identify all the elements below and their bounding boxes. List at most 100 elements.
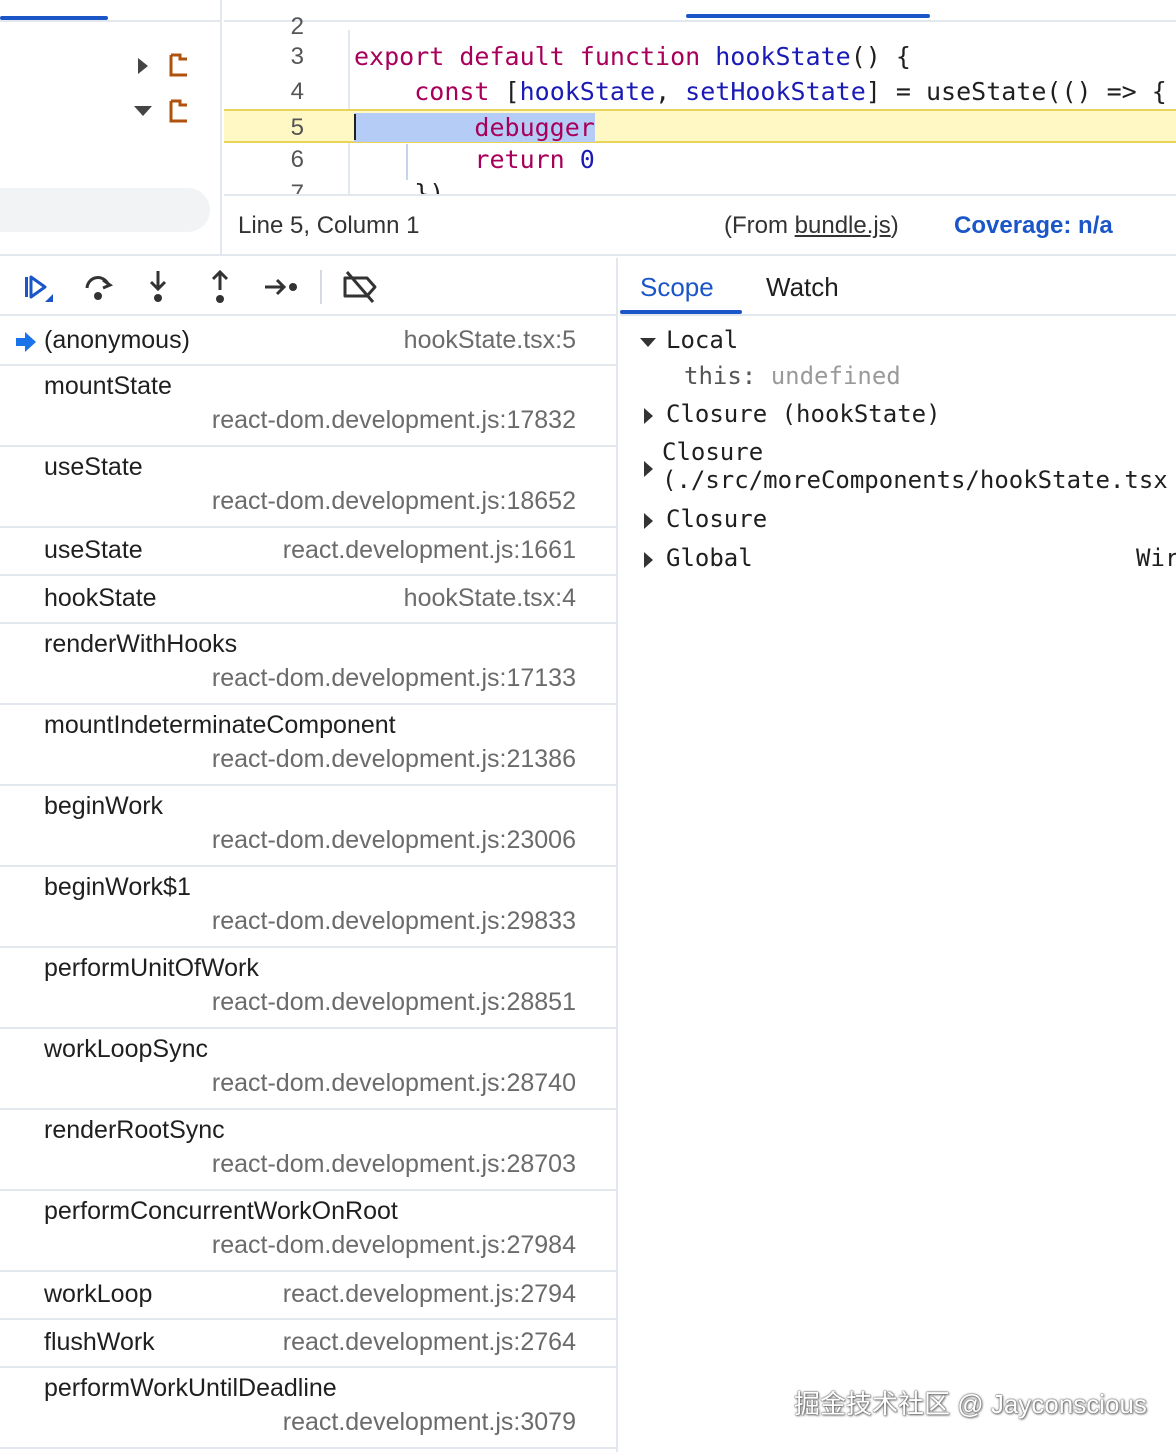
scope-closure[interactable]: Closure xyxy=(666,505,767,533)
line-number[interactable]: 3 xyxy=(224,40,304,74)
tree-folder-expanded[interactable] xyxy=(132,94,212,130)
scope-closure-hookstate[interactable]: Closure (hookState) xyxy=(666,400,941,428)
frame-location[interactable]: react-dom.development.js:17832 xyxy=(212,406,576,435)
line-number[interactable]: 6 xyxy=(224,143,304,177)
expand-arrow-icon[interactable] xyxy=(138,58,148,74)
frame-location[interactable]: react-dom.development.js:17133 xyxy=(212,664,576,693)
code-editor[interactable]: 2 3 export default function hookState() {4… xyxy=(224,0,1176,196)
top-panel: 2 3 export default function hookState() {4… xyxy=(0,0,1176,256)
frame-location[interactable]: react.development.js:2764 xyxy=(283,1328,576,1357)
call-frame[interactable]: beginWork react-dom.development.js:23006 xyxy=(0,786,616,867)
frame-function-name: performConcurrentWorkOnRoot xyxy=(44,1197,398,1225)
frame-location[interactable]: react-dom.development.js:21386 xyxy=(212,745,576,774)
call-frame[interactable]: useState react.development.js:1661 xyxy=(0,528,616,576)
coverage-link[interactable]: Coverage: n/a xyxy=(954,212,1113,240)
call-frame[interactable]: mountIndeterminateComponent react-dom.dev… xyxy=(0,705,616,786)
call-frame[interactable]: beginWork$1 react-dom.development.js:2983… xyxy=(0,867,616,948)
frame-function-name: useState xyxy=(44,536,143,564)
code-token: 0 xyxy=(579,145,595,174)
call-frame[interactable]: renderWithHooks react-dom.development.js:… xyxy=(0,624,616,705)
source-prefix: (From xyxy=(724,212,795,239)
folder-icon xyxy=(168,52,190,78)
expand-arrow-icon[interactable] xyxy=(644,552,653,568)
step-over-button[interactable] xyxy=(76,266,120,308)
tab-scope[interactable]: Scope xyxy=(640,272,714,303)
line-number[interactable]: 7 xyxy=(224,177,304,194)
this-key: this: xyxy=(684,362,757,390)
call-frame[interactable]: flushWork react.development.js:2764 xyxy=(0,1320,616,1368)
collapse-arrow-icon[interactable] xyxy=(134,106,152,116)
code-token: , xyxy=(655,77,686,106)
call-frame[interactable]: workLoopSync react-dom.development.js:287… xyxy=(0,1029,616,1110)
step-out-button[interactable] xyxy=(198,266,242,308)
code-line-7[interactable]: 7 }) xyxy=(224,177,1176,194)
source-map-origin: (From bundle.js) xyxy=(724,212,899,240)
folder-icon xyxy=(168,98,190,124)
step-into-button[interactable] xyxy=(136,266,180,308)
call-frame[interactable]: renderRootSync react-dom.development.js:2… xyxy=(0,1110,616,1191)
frame-location[interactable]: react-dom.development.js:28740 xyxy=(212,1069,576,1098)
code-line-5[interactable]: 5 debugger xyxy=(224,109,1176,143)
code-line-3[interactable]: 3 export default function hookState() { xyxy=(224,40,1176,74)
call-frame[interactable]: performWorkUntilDeadline react.developmen… xyxy=(0,1368,616,1449)
call-frame[interactable]: mountState react-dom.development.js:17832 xyxy=(0,366,616,447)
frame-function-name: renderRootSync xyxy=(44,1116,225,1144)
step-icon xyxy=(265,278,297,296)
frame-location[interactable]: hookState.tsx:5 xyxy=(404,326,576,355)
code-text: debugger xyxy=(354,111,595,145)
scope-this-entry: this: undefined xyxy=(684,362,901,390)
frame-location[interactable]: react-dom.development.js:18652 xyxy=(212,487,576,516)
scope-global[interactable]: Global xyxy=(666,544,753,572)
scope-closure-module-path[interactable]: (./src/moreComponents/hookState.tsx xyxy=(662,466,1168,494)
call-frame[interactable]: workLoop react.development.js:2794 xyxy=(0,1272,616,1320)
debugger-sidebar: (anonymous) hookState.tsx:5 mountState reac… xyxy=(0,258,618,1452)
step-button[interactable] xyxy=(260,266,304,308)
code-line-2[interactable]: 2 xyxy=(224,10,1176,44)
tab-watch[interactable]: Watch xyxy=(766,272,839,303)
frame-location[interactable]: react-dom.development.js:23006 xyxy=(212,826,576,855)
resume-button[interactable] xyxy=(14,266,58,308)
code-text: return 0 xyxy=(354,143,595,177)
frame-function-name: workLoopSync xyxy=(44,1035,208,1063)
frame-location[interactable]: react-dom.development.js:27984 xyxy=(212,1231,576,1260)
scope-closure-module[interactable]: Closure xyxy=(662,438,763,466)
current-frame-arrow-icon xyxy=(16,332,36,352)
frame-location[interactable]: react-dom.development.js:28851 xyxy=(212,988,576,1017)
toolbar-separator xyxy=(320,270,322,304)
frame-location[interactable]: react.development.js:3079 xyxy=(283,1408,576,1437)
frame-function-name: hookState xyxy=(44,584,157,612)
code-line-6[interactable]: 6 return 0 xyxy=(224,143,1176,177)
expand-arrow-icon[interactable] xyxy=(644,461,653,477)
bundle-link[interactable]: bundle.js xyxy=(795,212,891,239)
call-frame[interactable]: performUnitOfWork react-dom.development.j… xyxy=(0,948,616,1029)
line-number[interactable]: 5 xyxy=(224,111,304,145)
line-number[interactable]: 4 xyxy=(224,75,304,109)
code-token: export xyxy=(354,42,460,71)
frame-location[interactable]: react.development.js:1661 xyxy=(283,536,576,565)
call-frame[interactable]: performConcurrentWorkOnRoot react-dom.dev… xyxy=(0,1191,616,1272)
frame-function-name: useState xyxy=(44,453,143,481)
deactivate-breakpoints-button[interactable] xyxy=(338,266,382,308)
tree-folder-collapsed[interactable] xyxy=(132,48,212,84)
frame-location[interactable]: react.development.js:2794 xyxy=(283,1280,576,1309)
code-token: () { xyxy=(850,42,911,71)
call-frame[interactable]: hookState hookState.tsx:4 xyxy=(0,576,616,624)
navigator-scrollbar[interactable] xyxy=(0,188,210,232)
expand-arrow-icon[interactable] xyxy=(644,408,653,424)
source-suffix: ) xyxy=(890,212,899,239)
collapse-arrow-icon[interactable] xyxy=(640,338,656,347)
line-number[interactable]: 2 xyxy=(224,10,304,44)
call-frame[interactable]: (anonymous) hookState.tsx:5 xyxy=(0,318,616,366)
expand-arrow-icon[interactable] xyxy=(644,513,653,529)
frame-function-name: flushWork xyxy=(44,1328,155,1356)
frame-location[interactable]: react-dom.development.js:29833 xyxy=(212,907,576,936)
scope-local[interactable]: Local xyxy=(666,326,738,354)
frame-function-name: workLoop xyxy=(44,1280,153,1308)
code-token: return xyxy=(474,145,580,174)
frame-location[interactable]: react-dom.development.js:28703 xyxy=(212,1150,576,1179)
call-frame[interactable]: useState react-dom.development.js:18652 xyxy=(0,447,616,528)
code-line-4[interactable]: 4 const [hookState, setHookState] = useS… xyxy=(224,75,1176,109)
code-text: export default function hookState() { xyxy=(354,40,911,74)
frame-location[interactable]: hookState.tsx:4 xyxy=(404,584,576,613)
